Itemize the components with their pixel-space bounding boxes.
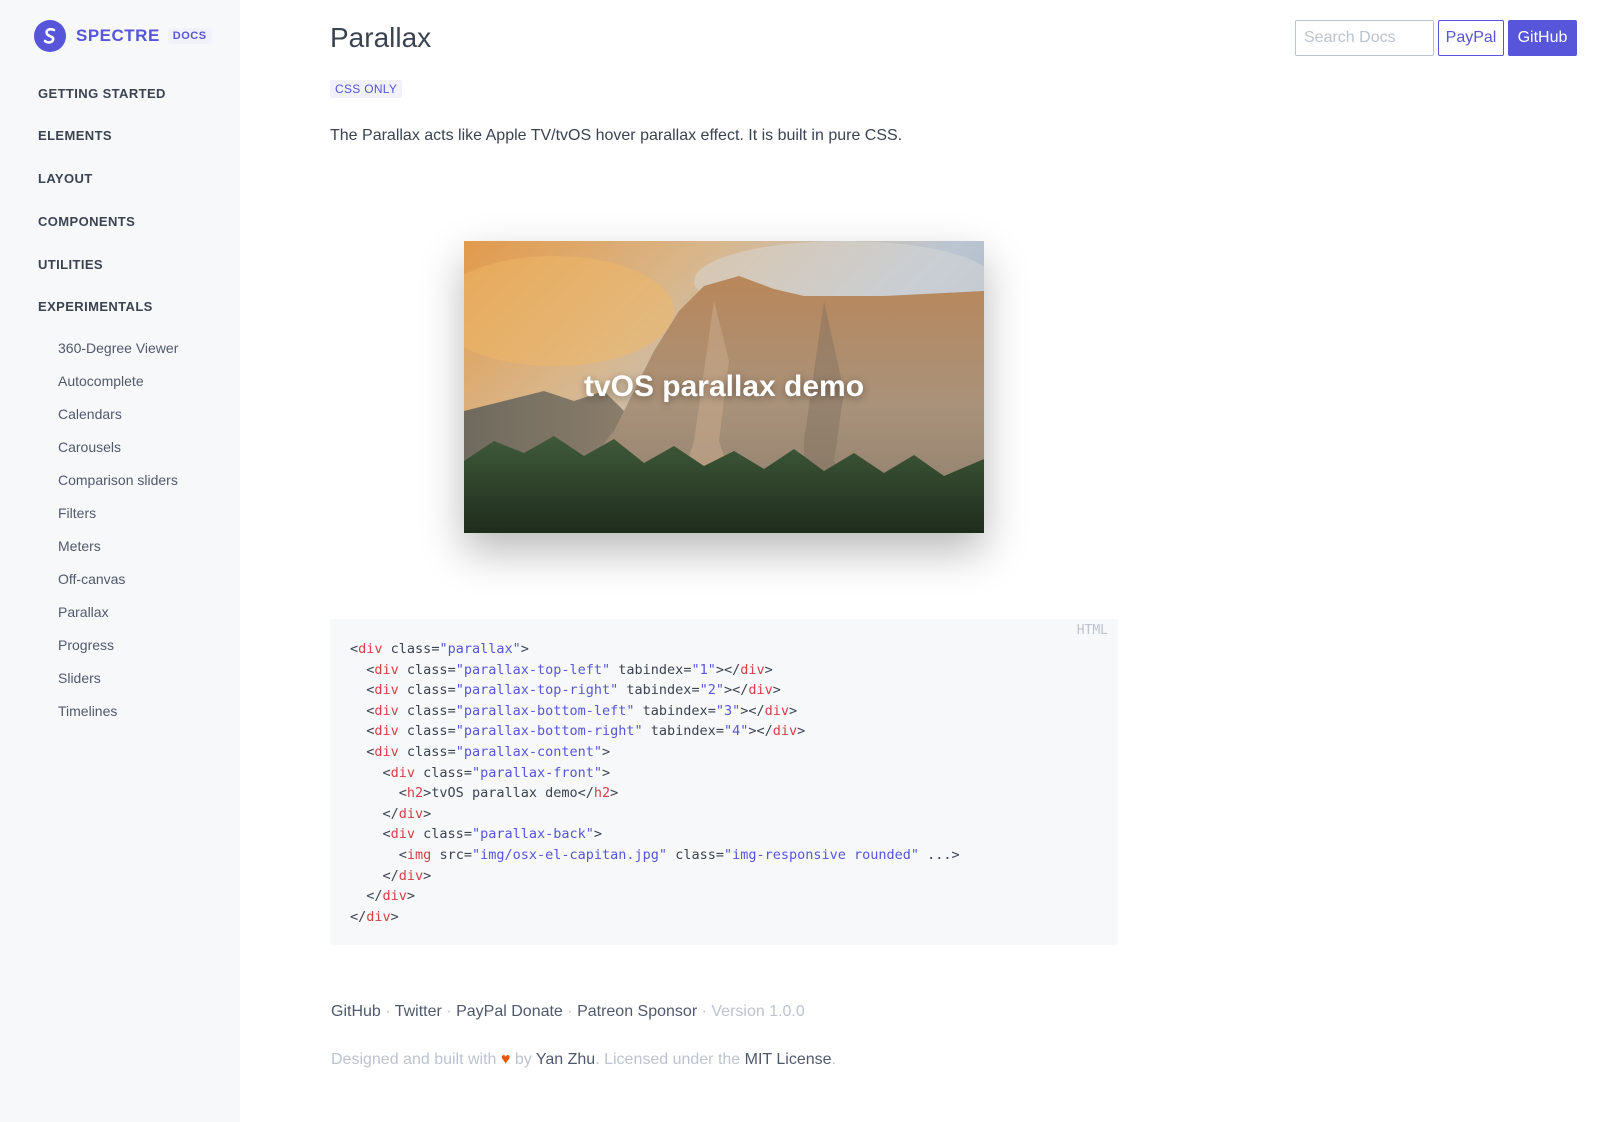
nav-item-filters[interactable]: Filters xyxy=(58,505,96,521)
parallax-demo[interactable]: tvOS parallax demo xyxy=(464,241,984,533)
spectre-logo-icon xyxy=(34,20,66,52)
code-block: HTML <div class="parallax"> <div class="… xyxy=(330,619,1118,945)
nav-item-parallax[interactable]: Parallax xyxy=(58,604,109,620)
footer-twitter-link[interactable]: Twitter xyxy=(395,1003,442,1020)
brand[interactable]: SPECTRE DOCS xyxy=(34,20,212,52)
nav-item-off-canvas[interactable]: Off-canvas xyxy=(58,571,125,587)
paypal-button[interactable]: PayPal xyxy=(1438,20,1504,56)
nav-components[interactable]: COMPONENTS xyxy=(38,214,135,229)
page-description: The Parallax acts like Apple TV/tvOS hov… xyxy=(330,127,903,144)
nav-layout[interactable]: LAYOUT xyxy=(38,171,93,186)
footer-patreon-link[interactable]: Patreon Sponsor xyxy=(577,1003,697,1020)
author-link[interactable]: Yan Zhu xyxy=(536,1051,595,1068)
nav-item-meters[interactable]: Meters xyxy=(58,538,101,554)
footer-paypal-donate-link[interactable]: PayPal Donate xyxy=(456,1003,563,1020)
footer-links: GitHub · Twitter · PayPal Donate · Patre… xyxy=(331,1003,805,1021)
nav-item-carousels[interactable]: Carousels xyxy=(58,439,121,455)
nav-item-sliders[interactable]: Sliders xyxy=(58,670,101,686)
page-title: Parallax xyxy=(330,22,432,53)
footer-credits: Designed and built with ♥ by Yan Zhu. Li… xyxy=(331,1051,836,1069)
footer-separator: · xyxy=(446,1003,452,1020)
license-link[interactable]: MIT License xyxy=(745,1051,832,1068)
heart-icon: ♥ xyxy=(500,1051,511,1068)
footer-separator: · xyxy=(385,1003,391,1020)
nav-item-autocomplete[interactable]: Autocomplete xyxy=(58,373,144,389)
code-language-tag: HTML xyxy=(1076,623,1108,638)
footer-separator: · xyxy=(701,1003,707,1020)
footer-version: Version 1.0.0 xyxy=(711,1003,805,1020)
footer-by-text: by xyxy=(514,1051,532,1068)
nav-item-360-degree-viewer[interactable]: 360-Degree Viewer xyxy=(58,340,178,356)
sidebar: SPECTRE DOCS GETTING STARTED ELEMENTS LA… xyxy=(0,0,240,1122)
nav-getting-started[interactable]: GETTING STARTED xyxy=(38,86,166,101)
footer-designed-text: Designed and built with xyxy=(331,1051,497,1068)
css-only-label: CSS ONLY xyxy=(330,80,403,98)
search-input[interactable] xyxy=(1295,20,1434,56)
nav-utilities[interactable]: UTILITIES xyxy=(38,257,103,272)
footer-separator: · xyxy=(567,1003,573,1020)
brand-name: SPECTRE xyxy=(76,26,160,45)
footer-licensed-text: . Licensed under the xyxy=(595,1051,741,1068)
nav-item-calendars[interactable]: Calendars xyxy=(58,406,122,422)
code-content: <div class="parallax"> <div class="paral… xyxy=(350,641,960,925)
footer-period: . xyxy=(831,1051,836,1068)
nav-item-progress[interactable]: Progress xyxy=(58,637,114,653)
nav-item-comparison-sliders[interactable]: Comparison sliders xyxy=(58,472,178,488)
parallax-demo-text: tvOS parallax demo xyxy=(583,370,865,403)
nav-elements[interactable]: ELEMENTS xyxy=(38,128,112,143)
footer-github-link[interactable]: GitHub xyxy=(331,1003,381,1020)
nav-experimentals[interactable]: EXPERIMENTALS xyxy=(38,299,153,314)
nav-item-timelines[interactable]: Timelines xyxy=(58,703,117,719)
brand-docs-badge: DOCS xyxy=(167,28,212,44)
github-button[interactable]: GitHub xyxy=(1508,20,1577,56)
